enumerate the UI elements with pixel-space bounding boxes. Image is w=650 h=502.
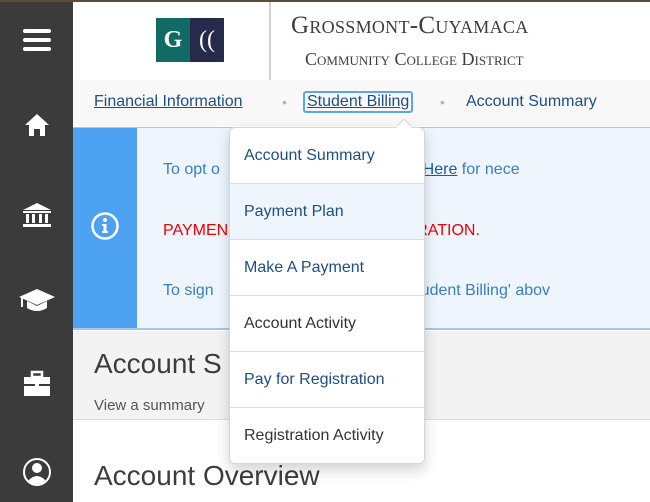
profile-button[interactable] [0,452,73,492]
page-title: Account S [94,348,222,379]
logo-crescent: (( [190,18,224,62]
menu-item-account-summary[interactable]: Account Summary [230,128,424,184]
home-button[interactable] [0,105,73,145]
college-logo[interactable]: G (( [156,18,224,62]
menu-item-registration-activity[interactable]: Registration Activity [230,408,424,464]
banner-text: To sign [163,282,214,299]
district-name: Community College District [305,49,524,69]
account-overview-heading: Account Overview [94,460,320,491]
briefcase-icon [21,370,53,398]
menu-button[interactable] [0,20,73,60]
menu-item-make-a-payment[interactable]: Make A Payment [230,240,424,296]
breadcrumb-separator: • [282,94,287,110]
breadcrumb-separator: • [440,94,445,110]
bank-icon [20,201,54,229]
sidebar [0,0,73,502]
breadcrumb-account-summary: Account Summary [466,93,597,110]
menu-item-payment-plan[interactable]: Payment Plan [230,184,424,240]
logo-letter-g: G [156,18,190,62]
banner-accent-bar [73,128,137,328]
college-name: Grossmont-Cuyamaca [291,12,529,39]
finance-button[interactable] [0,195,73,235]
student-billing-dropdown: Account Summary Payment Plan Make A Paym… [229,118,425,464]
header: G (( Grossmont-Cuyamaca Community Colleg… [73,0,650,80]
user-profile-icon [22,457,52,487]
here-link[interactable]: Here [423,161,458,178]
breadcrumb: Financial Information • Student Billing … [73,80,650,126]
graduation-cap-icon [17,286,57,314]
breadcrumb-financial-information[interactable]: Financial Information [94,93,243,111]
page-subtitle: View a summary [94,397,205,414]
breadcrumb-student-billing[interactable]: Student Billing [303,91,414,113]
info-icon [90,211,120,246]
employment-button[interactable] [0,364,73,404]
banner-text: for nece [457,161,520,178]
hamburger-menu-icon [21,27,53,53]
menu-item-account-activity[interactable]: Account Activity [230,296,424,352]
home-icon [23,112,51,138]
banner-text: To opt o [163,161,220,178]
menu-item-pay-for-registration[interactable]: Pay for Registration [230,352,424,408]
header-divider [269,2,271,80]
banner-alert-text: PAYMEN [163,222,229,239]
academics-button[interactable] [0,280,73,320]
